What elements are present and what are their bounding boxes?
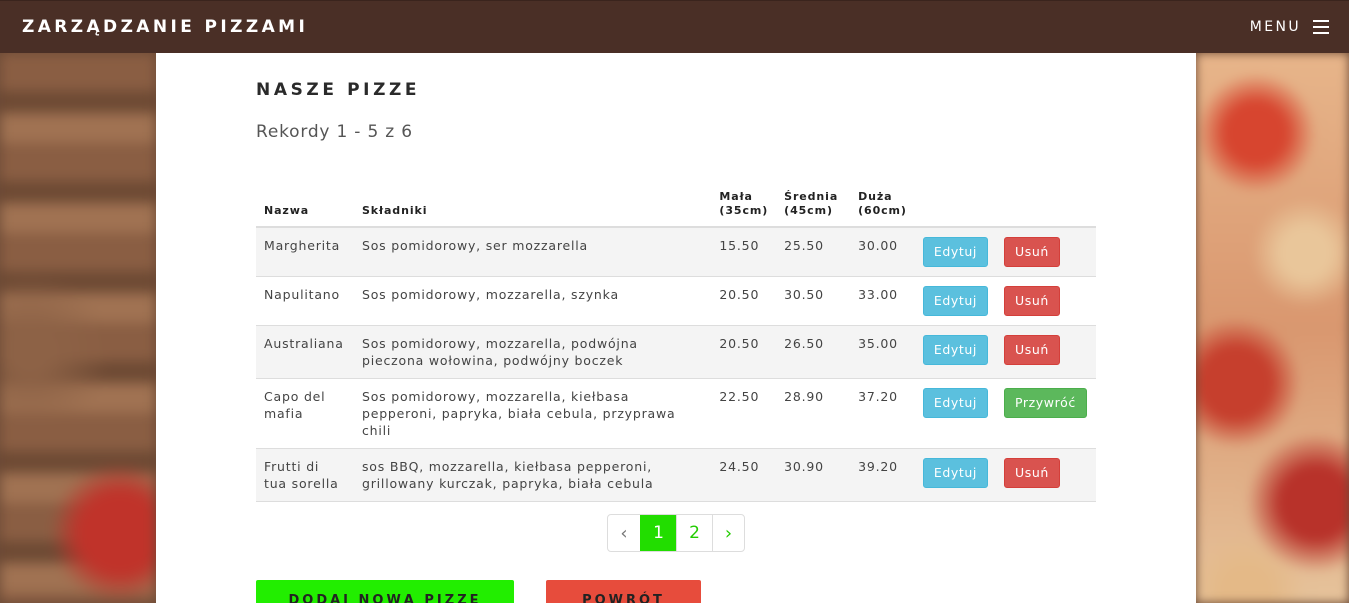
cell-edit: Edytuj <box>914 448 996 502</box>
table-row: Frutti di tua sorella sos BBQ, mozzarell… <box>256 448 1096 502</box>
records-count: Rekordy 1 - 5 z 6 <box>256 122 413 142</box>
cell-medium: 26.50 <box>776 325 851 379</box>
cell-name: Margherita <box>256 226 354 277</box>
cell-name: Australiana <box>256 325 354 379</box>
add-pizza-button[interactable]: DODAJ NOWĄ PIZZĘ <box>256 580 514 603</box>
cell-medium: 30.90 <box>776 448 851 502</box>
edit-button[interactable]: Edytuj <box>922 388 988 418</box>
cell-large: 30.00 <box>850 226 915 277</box>
page-title: NASZE PIZZE <box>256 80 421 100</box>
brand-title[interactable]: ZARZĄDZANIE PIZZAMI <box>22 17 308 37</box>
header-ingredients: Składniki <box>353 185 712 228</box>
cell-action: Przywróć <box>995 378 1096 449</box>
cell-large: 33.00 <box>850 276 915 326</box>
delete-button[interactable]: Usuń <box>1003 335 1060 365</box>
content-card: NASZE PIZZE Rekordy 1 - 5 z 6 Nazwa Skła… <box>156 53 1196 603</box>
edit-button[interactable]: Edytuj <box>922 286 988 316</box>
cell-large: 37.20 <box>850 378 915 449</box>
delete-button[interactable]: Usuń <box>1003 286 1060 316</box>
cell-medium: 25.50 <box>776 226 851 277</box>
pizza-table: Nazwa Składniki Mała (35cm) Średnia (45c… <box>256 185 1096 502</box>
menu-button[interactable]: MENU <box>1250 19 1329 35</box>
background-wood-left <box>0 53 156 603</box>
cell-edit: Edytuj <box>914 276 996 326</box>
pagination: ‹ 1 2 › <box>607 514 745 552</box>
table-row: Napulitano Sos pomidorowy, mozzarella, s… <box>256 276 1096 326</box>
edit-button[interactable]: Edytuj <box>922 458 988 488</box>
cell-edit: Edytuj <box>914 325 996 379</box>
cell-action: Usuń <box>995 325 1096 379</box>
cell-action: Usuń <box>995 276 1096 326</box>
cell-small: 20.50 <box>711 325 777 379</box>
menu-label: MENU <box>1249 19 1301 35</box>
cell-ingredients: Sos pomidorowy, ser mozzarella <box>353 226 712 277</box>
header-action <box>995 185 1096 228</box>
pagination-next-button[interactable]: › <box>712 515 744 551</box>
cell-small: 22.50 <box>711 378 777 449</box>
cell-small: 15.50 <box>711 226 777 277</box>
edit-button[interactable]: Edytuj <box>922 335 988 365</box>
restore-button[interactable]: Przywróć <box>1003 388 1087 418</box>
hamburger-icon <box>1313 20 1329 34</box>
cell-small: 20.50 <box>711 276 777 326</box>
cell-action: Usuń <box>995 448 1096 502</box>
top-navbar: ZARZĄDZANIE PIZZAMI MENU <box>0 0 1349 53</box>
cell-medium: 30.50 <box>776 276 851 326</box>
pagination-page-1[interactable]: 1 <box>640 515 676 551</box>
cell-edit: Edytuj <box>914 378 996 449</box>
background-pizza-right <box>1196 53 1349 603</box>
cell-name: Napulitano <box>256 276 354 326</box>
delete-button[interactable]: Usuń <box>1003 237 1060 267</box>
cell-small: 24.50 <box>711 448 777 502</box>
delete-button[interactable]: Usuń <box>1003 458 1060 488</box>
cell-large: 39.20 <box>850 448 915 502</box>
table-row: Capo del mafia Sos pomidorowy, mozzarell… <box>256 378 1096 449</box>
cell-ingredients: Sos pomidorowy, mozzarella, podwójna pie… <box>353 325 712 379</box>
table-row: Margherita Sos pomidorowy, ser mozzarell… <box>256 226 1096 277</box>
header-large: Duża (60cm) <box>850 185 915 228</box>
cell-medium: 28.90 <box>776 378 851 449</box>
cell-ingredients: Sos pomidorowy, mozzarella, kiełbasa pep… <box>353 378 712 449</box>
header-small: Mała (35cm) <box>711 185 777 228</box>
table-row: Australiana Sos pomidorowy, mozzarella, … <box>256 325 1096 379</box>
cell-name: Frutti di tua sorella <box>256 448 354 502</box>
header-medium: Średnia (45cm) <box>776 185 851 228</box>
cell-ingredients: Sos pomidorowy, mozzarella, szynka <box>353 276 712 326</box>
edit-button[interactable]: Edytuj <box>922 237 988 267</box>
cell-large: 35.00 <box>850 325 915 379</box>
table-header-row: Nazwa Składniki Mała (35cm) Średnia (45c… <box>256 185 1096 228</box>
pagination-prev-button[interactable]: ‹ <box>608 515 640 551</box>
pagination-page-2[interactable]: 2 <box>676 515 712 551</box>
cell-ingredients: sos BBQ, mozzarella, kiełbasa pepperoni,… <box>353 448 712 502</box>
header-name: Nazwa <box>256 185 354 228</box>
header-edit <box>914 185 996 228</box>
back-button[interactable]: POWRÓT <box>546 580 701 603</box>
cell-action: Usuń <box>995 226 1096 277</box>
cell-edit: Edytuj <box>914 226 996 277</box>
cell-name: Capo del mafia <box>256 378 354 449</box>
